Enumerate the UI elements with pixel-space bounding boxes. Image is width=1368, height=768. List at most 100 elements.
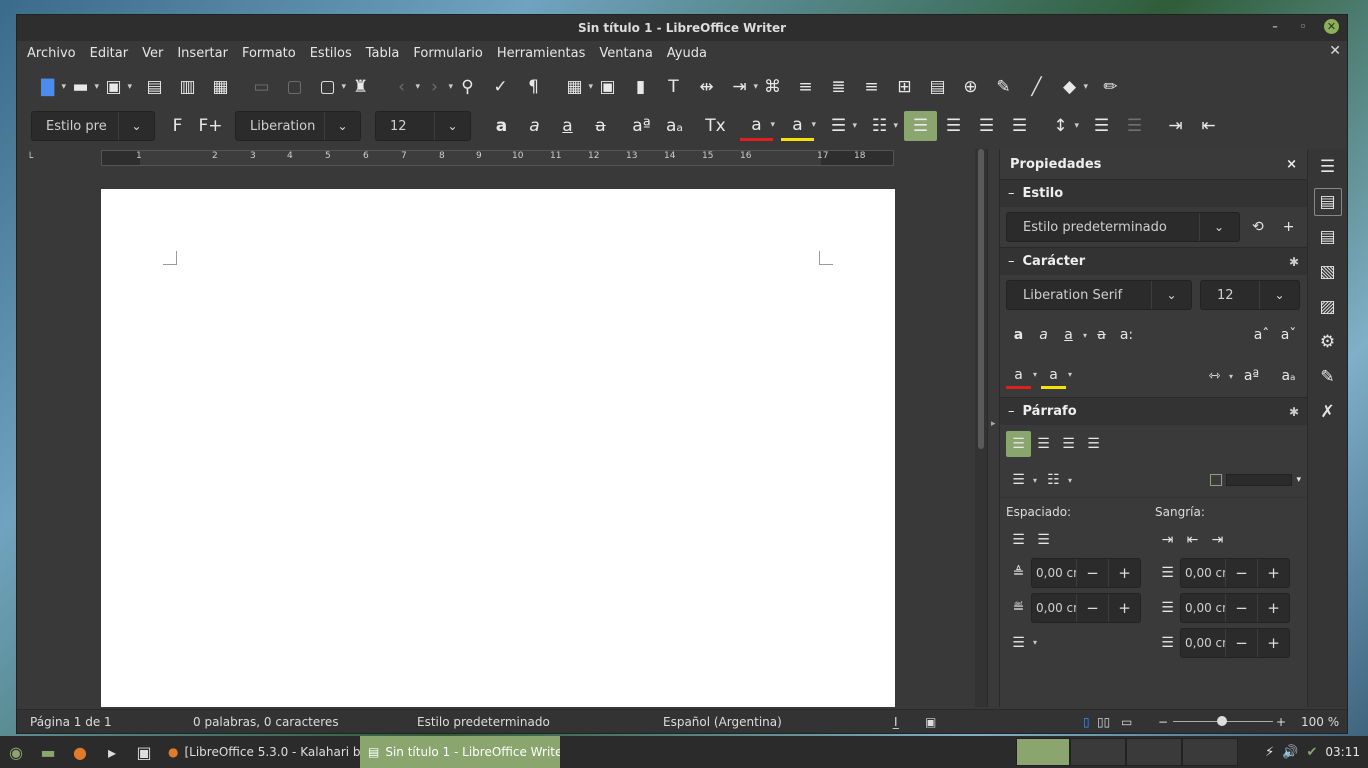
collapse-icon[interactable]: –	[1008, 404, 1015, 419]
book-view-icon[interactable]: ▭	[1121, 715, 1132, 729]
new-style-icon[interactable]: F+	[194, 111, 227, 141]
plus-icon[interactable]: +	[1108, 558, 1140, 587]
sidebar-style-combo[interactable]: Estilo predeterminado ⌄	[1006, 212, 1240, 242]
menu-formato[interactable]: Formato	[242, 46, 304, 61]
strikethrough-icon[interactable]: a	[1089, 322, 1114, 348]
network-icon[interactable]: ⚡	[1265, 745, 1274, 760]
volume-icon[interactable]: 🔊	[1282, 745, 1298, 760]
sidebar-menu-icon[interactable]: ☰	[1314, 153, 1342, 181]
underline-icon[interactable]: a	[551, 111, 584, 141]
document-page[interactable]	[101, 189, 895, 707]
properties-tab-icon[interactable]: ▤	[1313, 188, 1342, 216]
increase-paragraph-spacing-icon[interactable]: ☰	[1085, 111, 1118, 141]
footnote-icon[interactable]: ≣	[822, 72, 855, 102]
background-color-swatch[interactable]	[1226, 474, 1293, 486]
bold-icon[interactable]: a	[485, 111, 518, 141]
files-icon[interactable]: ▣	[128, 736, 160, 768]
above-paragraph-value[interactable]: 0,00 cm	[1032, 566, 1076, 580]
align-right-icon[interactable]: ☰	[1056, 431, 1081, 457]
justify-icon[interactable]: ☰	[1003, 111, 1036, 141]
workspace-3[interactable]	[1126, 738, 1182, 766]
find-replace-icon[interactable]: ⚲	[451, 72, 484, 102]
clear-formatting-icon[interactable]: Tx	[699, 111, 732, 141]
increase-spacing-icon[interactable]: ☰	[1006, 527, 1031, 553]
line-icon[interactable]: ╱	[1020, 72, 1053, 102]
bullet-list-icon[interactable]: ☰	[1006, 467, 1037, 493]
chevron-down-icon[interactable]: ⌄	[324, 112, 360, 140]
below-paragraph-spinner[interactable]: 0,00 cm − +	[1031, 592, 1141, 623]
before-text-value[interactable]: 0,00 cm	[1181, 566, 1225, 580]
insert-mode-icon[interactable]: I̲	[894, 715, 898, 729]
comment-icon[interactable]: ⊕	[954, 72, 987, 102]
firefox-icon[interactable]: ●	[64, 736, 96, 768]
minimize-icon[interactable]: –	[1268, 20, 1282, 34]
vertical-scrollbar[interactable]	[975, 149, 987, 707]
paste-icon[interactable]: ▢	[311, 72, 346, 102]
background-color-icon[interactable]	[1210, 474, 1223, 486]
line-spacing-icon[interactable]: ☰	[1006, 630, 1037, 656]
align-right-icon[interactable]: ☰	[970, 111, 1003, 141]
strikethrough-icon[interactable]: a	[584, 111, 617, 141]
menu-ayuda[interactable]: Ayuda	[667, 46, 715, 61]
navigator-tab-icon[interactable]: ⚙	[1314, 328, 1342, 356]
page-style[interactable]: Estilo predeterminado	[417, 715, 550, 729]
special-character-icon[interactable]: ⌘	[756, 72, 789, 102]
clock[interactable]: 03:11	[1325, 745, 1360, 759]
chevron-down-icon[interactable]: ⌄	[1198, 213, 1239, 241]
zoom-level[interactable]: 100 %	[1301, 715, 1339, 729]
font-color-icon[interactable]: a	[1006, 363, 1037, 389]
insert-image-icon[interactable]: ▣	[591, 72, 624, 102]
close-icon[interactable]: ×	[1286, 157, 1297, 172]
insert-chart-icon[interactable]: ▮	[624, 72, 657, 102]
maximize-icon[interactable]: ◦	[1296, 20, 1310, 34]
italic-icon[interactable]: a	[518, 111, 551, 141]
tab-stop-selector[interactable]: └	[27, 153, 33, 164]
align-center-icon[interactable]: ☰	[1031, 431, 1056, 457]
menu-ventana[interactable]: Ventana	[599, 46, 660, 61]
numbered-list-icon[interactable]: ☷	[1041, 467, 1072, 493]
superscript-icon[interactable]: aª	[1239, 363, 1264, 389]
insert-field-icon[interactable]: ⇥	[723, 72, 758, 102]
update-style-icon[interactable]: F	[161, 111, 194, 141]
show-desktop-icon[interactable]: ▬	[32, 736, 64, 768]
numbered-list-icon[interactable]: ☷	[863, 111, 898, 141]
page-break-icon[interactable]: ⇹	[690, 72, 723, 102]
close-icon[interactable]: ✕	[1324, 19, 1339, 34]
character-section-header[interactable]: – Carácter ✱	[1000, 247, 1307, 275]
paragraph-style-combo[interactable]: Estilo pre ⌄	[31, 111, 155, 141]
italic-icon[interactable]: a	[1031, 322, 1056, 348]
align-center-icon[interactable]: ☰	[937, 111, 970, 141]
sidebar-size-combo[interactable]: 12 ⌄	[1200, 280, 1300, 310]
after-text-spinner[interactable]: 0,00 cm − +	[1180, 592, 1290, 623]
sidebar-font-combo[interactable]: Liberation Serif ⌄	[1006, 280, 1192, 310]
close-document-icon[interactable]: ✕	[1329, 43, 1341, 59]
plus-icon[interactable]: +	[1257, 558, 1289, 587]
minus-icon[interactable]: −	[1225, 628, 1257, 657]
new-style-icon[interactable]: +	[1276, 214, 1301, 240]
terminal-icon[interactable]: ▸	[96, 736, 128, 768]
increase-indent-icon[interactable]: ⇥	[1155, 527, 1180, 553]
before-text-spinner[interactable]: 0,00 cm − +	[1180, 557, 1290, 588]
bullet-list-icon[interactable]: ☰	[822, 111, 857, 141]
update-shield-icon[interactable]: ✔	[1307, 745, 1318, 760]
menu-ver[interactable]: Ver	[142, 46, 171, 61]
gear-icon[interactable]: ✱	[1289, 255, 1299, 269]
design-tab-icon[interactable]: ✗	[1314, 398, 1342, 426]
above-paragraph-spinner[interactable]: 0,00 cm − +	[1031, 557, 1141, 588]
highlight-color-icon[interactable]: a	[1041, 363, 1072, 389]
workspace-2[interactable]	[1070, 738, 1126, 766]
start-menu-icon[interactable]: ◉	[0, 736, 32, 768]
chevron-down-icon[interactable]: ⌄	[1151, 281, 1191, 309]
decrease-spacing-icon[interactable]: ☰	[1031, 527, 1056, 553]
gear-icon[interactable]: ✱	[1289, 405, 1299, 419]
undo-icon[interactable]: ‹	[385, 72, 420, 102]
underline-icon[interactable]: a	[1056, 322, 1087, 348]
document-modified-icon[interactable]: ▣	[925, 715, 936, 729]
workspace-1[interactable]	[1016, 738, 1070, 766]
shadow-icon[interactable]: a:	[1114, 322, 1139, 348]
bookmark-icon[interactable]: ⊞	[888, 72, 921, 102]
align-left-icon[interactable]: ☰	[1006, 431, 1031, 457]
open-folder-icon[interactable]: ▬	[64, 72, 99, 102]
print-icon[interactable]: ▥	[171, 72, 204, 102]
clone-formatting-icon[interactable]: ♜	[344, 72, 377, 102]
